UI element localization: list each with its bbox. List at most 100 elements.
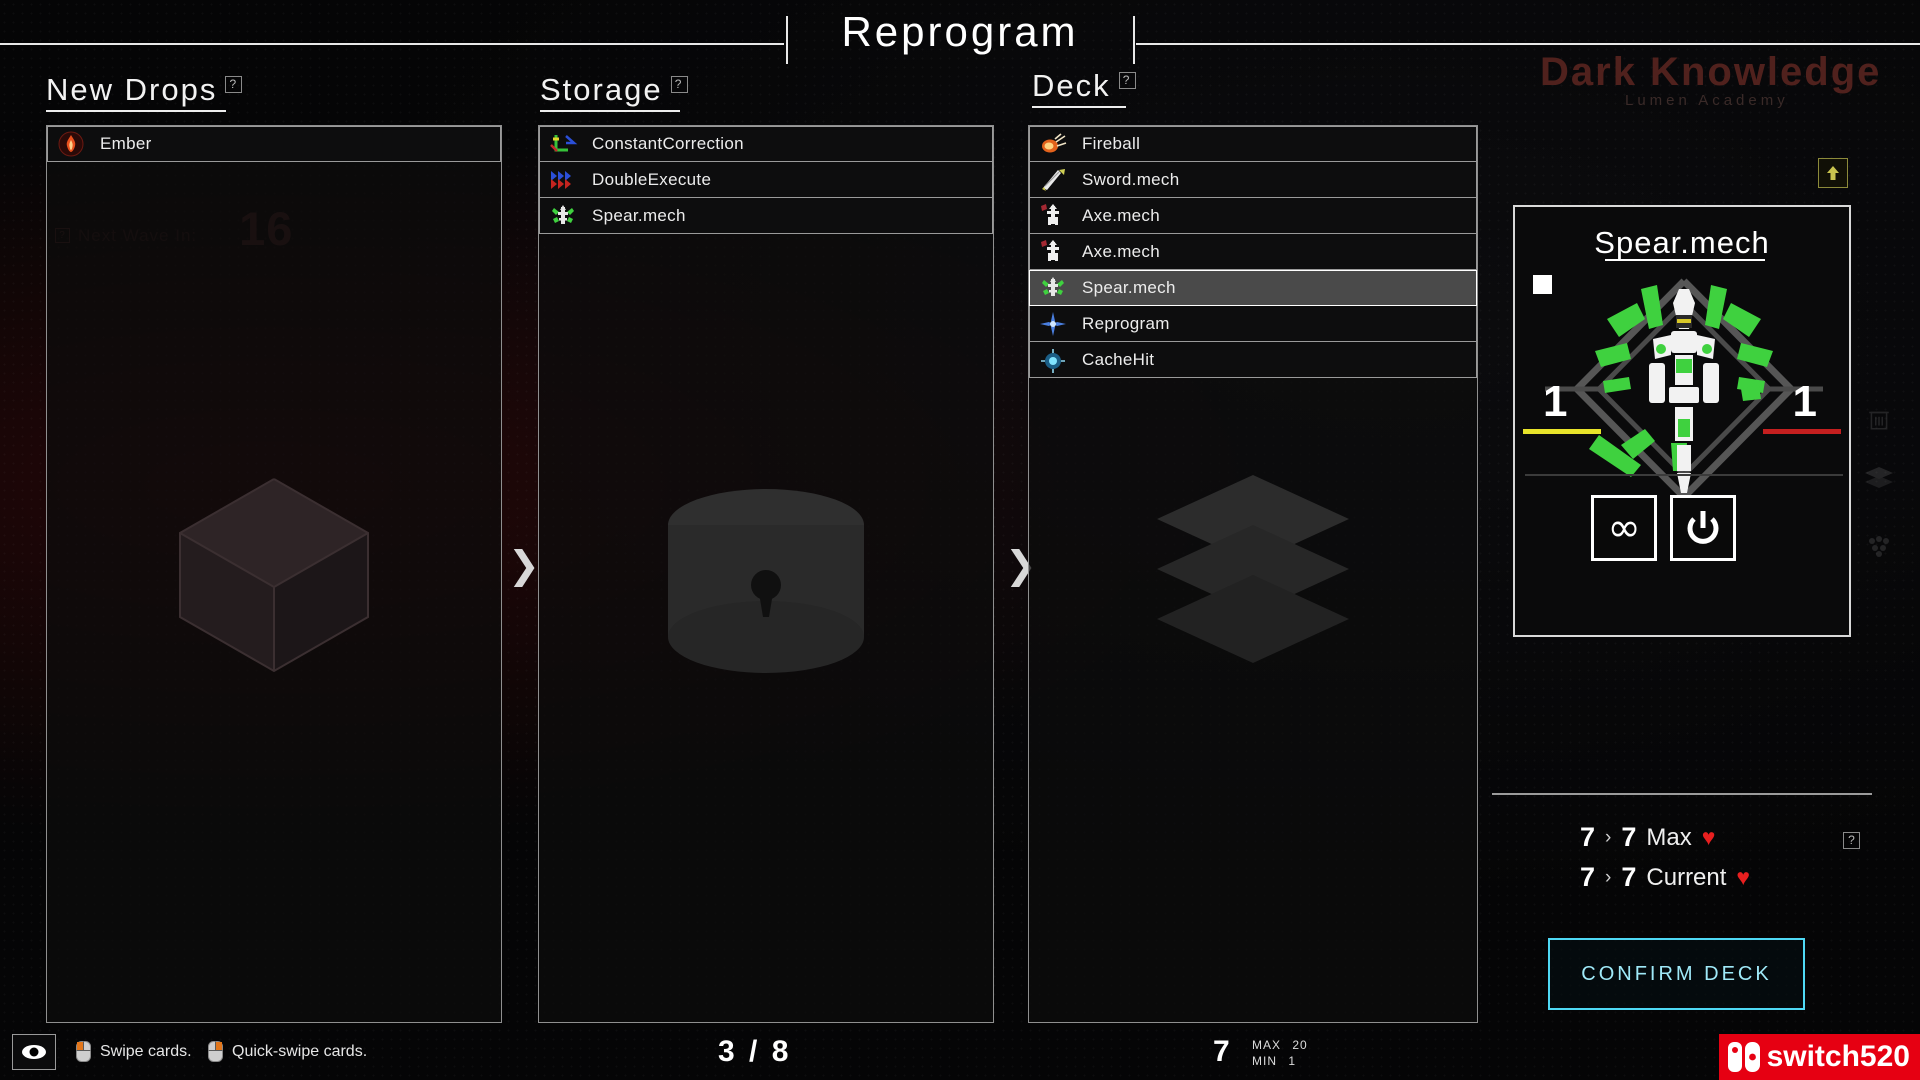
list-item[interactable]: Axe.mech: [1029, 198, 1477, 234]
current-hp-row: 7 › 7 Current ♥: [1580, 862, 1750, 893]
new-drops-panel: Ember: [46, 125, 502, 1023]
confirm-deck-button[interactable]: CONFIRM DECK: [1548, 938, 1805, 1010]
constant-correction-icon: [548, 130, 578, 158]
list-item[interactable]: Sword.mech: [1029, 162, 1477, 198]
scroll-up-button[interactable]: [1818, 158, 1848, 188]
storage-counter: 3 / 8: [718, 1035, 792, 1068]
spear-mech-icon: [1038, 274, 1068, 302]
cluster-icon: [1866, 535, 1892, 562]
cache-hit-icon: [1038, 346, 1068, 374]
deck-max-value: 20: [1292, 1038, 1308, 1052]
reprogram-screen: Dark Knowledge Lumen Academy ? Next Wave…: [0, 0, 1920, 1080]
list-item-label: Reprogram: [1082, 313, 1170, 333]
watermark-label: switch520: [1766, 1040, 1910, 1073]
deck-min-label: MIN: [1252, 1054, 1277, 1068]
power-icon: [1687, 511, 1719, 544]
current-hp-from: 7: [1580, 862, 1596, 892]
card-detail-panel: Spear.mech 1 1 ∞: [1513, 205, 1851, 637]
list-item[interactable]: Axe.mech: [1029, 234, 1477, 270]
titlebar: Reprogram: [0, 0, 1920, 64]
max-hp-label: Max: [1646, 823, 1692, 851]
mouse-left-icon: [76, 1041, 91, 1062]
new-drops-underline: [46, 110, 226, 112]
eye-icon: [22, 1045, 46, 1059]
reprogram-icon: [1038, 310, 1068, 338]
list-item-selected[interactable]: Spear.mech: [1029, 270, 1477, 306]
heart-icon: ♥: [1736, 864, 1751, 890]
storage-header: Storage ?: [540, 72, 688, 112]
max-hp-chevron: ›: [1605, 826, 1612, 848]
storage-list: ConstantCorrection DoubleExecute Spear.m…: [539, 126, 993, 234]
list-item[interactable]: Spear.mech: [539, 198, 993, 234]
new-drops-placeholder: [47, 126, 501, 1022]
list-item-label: DoubleExecute: [592, 169, 712, 189]
left-stat-bar: [1523, 429, 1601, 434]
switch520-watermark: switch520: [1718, 1034, 1920, 1080]
list-item[interactable]: Reprogram: [1029, 306, 1477, 342]
column-deck: Deck ?: [1032, 68, 1492, 108]
storage-help-icon[interactable]: ?: [670, 76, 688, 93]
hp-divider: [1492, 793, 1872, 795]
storage-title: Storage: [540, 72, 663, 107]
hint-quick-swipe-label: Quick-swipe cards.: [232, 1042, 368, 1060]
bottom-bar: Swipe cards. Quick-swipe cards. 3 / 8 7 …: [0, 1024, 1920, 1080]
infinity-icon-button[interactable]: ∞: [1591, 495, 1657, 561]
list-item[interactable]: Ember: [47, 126, 501, 162]
mouse-right-icon: [208, 1041, 223, 1062]
card-detail-title: Spear.mech: [1594, 225, 1770, 260]
list-item-label: Axe.mech: [1082, 205, 1160, 225]
deck-counter: 7: [1213, 1035, 1233, 1068]
switch-logo-icon: [1727, 1042, 1760, 1072]
spear-mech-icon: [548, 202, 578, 230]
list-item[interactable]: ConstantCorrection: [539, 126, 993, 162]
list-item[interactable]: DoubleExecute: [539, 162, 993, 198]
page-title: Reprogram: [841, 8, 1079, 55]
right-stat-value: 1: [1792, 377, 1817, 426]
axe-mech-icon: [1038, 202, 1068, 230]
deck-min-value: 1: [1288, 1054, 1297, 1068]
hint-swipe-label: Swipe cards.: [100, 1042, 192, 1060]
storage-panel: ConstantCorrection DoubleExecute Spear.m…: [538, 125, 994, 1023]
background-game-subtitle: Lumen Academy: [1625, 92, 1789, 109]
deck-max-label: MAX: [1252, 1038, 1282, 1052]
eye-toggle-button[interactable]: [12, 1034, 56, 1070]
sword-mech-icon: [1038, 166, 1068, 194]
max-hp-from: 7: [1580, 822, 1596, 852]
list-item-label: Ember: [100, 134, 152, 153]
column-storage: Storage ?: [540, 72, 1000, 112]
power-icon-button[interactable]: [1670, 495, 1736, 561]
arrow-up-icon: [1827, 166, 1839, 180]
layers-icon: [1864, 465, 1894, 496]
left-stat-value: 1: [1543, 377, 1568, 426]
list-item[interactable]: Fireball: [1029, 126, 1477, 162]
new-drops-help-icon[interactable]: ?: [225, 76, 243, 93]
max-hp-to: 7: [1621, 822, 1637, 852]
vault-icon: [667, 488, 864, 673]
list-item-label: Spear.mech: [1082, 278, 1176, 297]
deck-list: Fireball Sword.mech Axe.mech Axe.mech Sp…: [1029, 126, 1477, 378]
list-item[interactable]: CacheHit: [1029, 342, 1477, 378]
current-hp-chevron: ›: [1605, 866, 1612, 888]
cube-icon: [178, 478, 369, 673]
move-to-storage-arrow[interactable]: ❯: [508, 546, 540, 584]
hp-help-icon[interactable]: ?: [1843, 832, 1860, 849]
confirm-deck-label: CONFIRM DECK: [1581, 962, 1772, 985]
deck-max-row: MAX 20: [1252, 1038, 1308, 1052]
double-execute-icon: [548, 166, 578, 194]
spear-mech-art: [1545, 259, 1823, 519]
deck-underline: [1032, 106, 1126, 108]
list-item-label: ConstantCorrection: [592, 134, 744, 153]
new-drops-list: Ember: [47, 126, 501, 162]
deck-help-icon[interactable]: ?: [1118, 72, 1136, 89]
list-item-label: Sword.mech: [1082, 169, 1180, 189]
trash-icon: [1866, 405, 1892, 438]
storage-underline: [540, 110, 680, 112]
list-item-label: CacheHit: [1082, 349, 1155, 369]
deck-title: Deck: [1032, 68, 1111, 103]
new-drops-title: New Drops: [46, 72, 218, 107]
right-stat-bar: [1763, 429, 1841, 434]
max-hp-row: 7 › 7 Max ♥: [1580, 822, 1715, 853]
storage-placeholder: [539, 126, 993, 1022]
deck-header: Deck ?: [1032, 68, 1136, 108]
hint-quick-swipe: Quick-swipe cards.: [208, 1041, 367, 1062]
